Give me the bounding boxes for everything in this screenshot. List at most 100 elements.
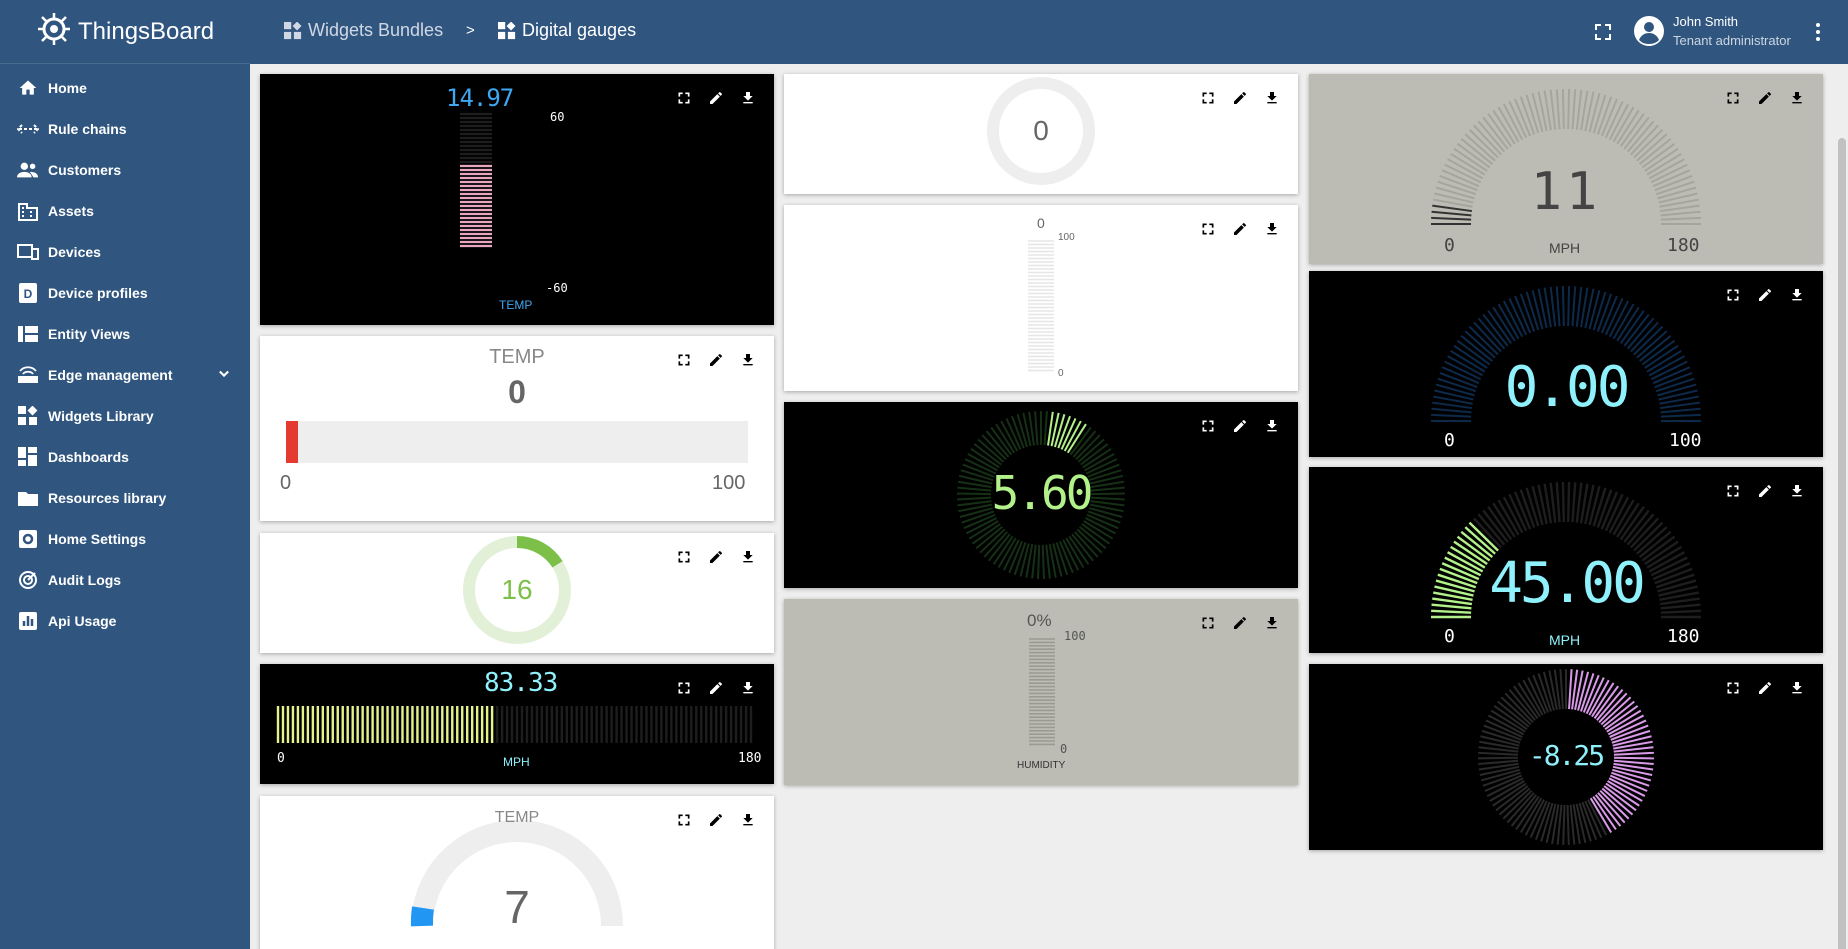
edit-icon[interactable] <box>1755 285 1775 305</box>
arc-tick <box>1633 128 1664 159</box>
download-icon[interactable] <box>738 678 758 698</box>
widget-donut-gauge-green[interactable]: 16 <box>260 533 774 653</box>
fullscreen-icon[interactable] <box>1198 416 1218 436</box>
sidebar-item-label: Home <box>48 79 87 96</box>
widget-arc-lcd-green-mph[interactable]: 45.00 0 MPH 180 <box>1309 467 1823 653</box>
edit-icon[interactable] <box>1755 481 1775 501</box>
fullscreen-icon[interactable] <box>674 88 694 108</box>
fullscreen-icon[interactable] <box>1198 219 1218 239</box>
widget-vertical-bar-temp[interactable]: 14.97 60 -60 TEMP <box>260 74 774 325</box>
fullscreen-icon[interactable] <box>674 350 694 370</box>
sidebar-item-audit-logs[interactable]: Audit Logs <box>0 559 250 600</box>
edit-icon[interactable] <box>706 678 726 698</box>
fullscreen-icon[interactable] <box>1198 613 1218 633</box>
arc-tick <box>1571 286 1577 327</box>
sidebar: ThingsBoard Home Rule chains Customers A… <box>0 0 250 949</box>
edit-icon[interactable] <box>706 810 726 830</box>
arc-tick <box>1477 120 1506 153</box>
sidebar-item-devices[interactable]: Devices <box>0 231 250 272</box>
arc-tick <box>1477 317 1506 350</box>
fullscreen-icon[interactable] <box>1723 678 1743 698</box>
devices-icon <box>16 240 40 264</box>
arc-tick <box>1460 138 1493 165</box>
download-icon[interactable] <box>1262 416 1282 436</box>
arc-tick <box>1477 513 1506 546</box>
arc-tick <box>1575 89 1583 130</box>
fullscreen-icon[interactable] <box>674 547 694 567</box>
sidebar-item-assets[interactable]: Assets <box>0 190 250 231</box>
arc-tick <box>1630 124 1659 156</box>
sidebar-item-home-settings[interactable]: Home Settings <box>0 518 250 559</box>
sidebar-item-label: Entity Views <box>48 325 131 342</box>
download-icon[interactable] <box>1787 481 1807 501</box>
more-vert-icon[interactable] <box>1806 20 1830 49</box>
sidebar-item-label: Widgets Library <box>48 407 154 424</box>
widget-arc-gauge-temp[interactable]: TEMP 7 <box>260 796 774 949</box>
sidebar-item-resources-library[interactable]: Resources library <box>0 477 250 518</box>
sidebar-item-label: Device profiles <box>48 284 148 301</box>
edit-icon[interactable] <box>1230 416 1250 436</box>
scrollbar[interactable] <box>1838 138 1846 949</box>
arc-tick <box>1568 669 1573 710</box>
sidebar-item-entity-views[interactable]: Entity Views <box>0 313 250 354</box>
arc-tick <box>1482 313 1509 347</box>
arc-tick <box>1623 116 1650 150</box>
widget-vertical-bar-humidity[interactable]: 0% 100 0 HUMIDITY <box>784 599 1298 785</box>
fullscreen-icon[interactable] <box>1591 20 1615 49</box>
sidebar-item-api-usage[interactable]: Api Usage <box>0 600 250 641</box>
logo[interactable]: ThingsBoard <box>0 0 250 64</box>
widget-value: 45.00 <box>1489 551 1646 616</box>
download-icon[interactable] <box>738 810 758 830</box>
sidebar-item-device-profiles[interactable]: D Device profiles <box>0 272 250 313</box>
widget-arc-lcd-blue[interactable]: 0.00 0 100 <box>1309 271 1823 457</box>
sidebar-item-rule-chains[interactable]: Rule chains <box>0 108 250 149</box>
edit-icon[interactable] <box>1755 88 1775 108</box>
edit-icon[interactable] <box>706 547 726 567</box>
widget-donut-gauge-grey[interactable]: 0 <box>784 74 1298 194</box>
download-icon[interactable] <box>738 350 758 370</box>
sidebar-item-dashboards[interactable]: Dashboards <box>0 436 250 477</box>
max-label: 180 <box>1667 235 1700 256</box>
fullscreen-icon[interactable] <box>674 678 694 698</box>
sidebar-item-home[interactable]: Home <box>0 67 250 108</box>
fullscreen-icon[interactable] <box>1198 88 1218 108</box>
device-profile-icon: D <box>16 281 40 305</box>
download-icon[interactable] <box>1262 219 1282 239</box>
edit-icon[interactable] <box>1230 613 1250 633</box>
download-icon[interactable] <box>1262 88 1282 108</box>
download-icon[interactable] <box>1787 285 1807 305</box>
widget-radial-lcd-green[interactable]: 5.60 <box>784 402 1298 588</box>
edit-icon[interactable] <box>1230 219 1250 239</box>
min-label: -60 <box>546 281 568 295</box>
sidebar-item-edge-management[interactable]: Edge management <box>0 354 250 395</box>
chevron-down-icon[interactable] <box>214 364 234 387</box>
download-icon[interactable] <box>738 88 758 108</box>
edit-icon[interactable] <box>706 88 726 108</box>
thingsboard-logo-icon <box>36 11 72 52</box>
widget-arc-lcd-grey-mph[interactable]: 11 0 MPH 180 <box>1309 74 1823 264</box>
fullscreen-icon[interactable] <box>674 810 694 830</box>
sidebar-item-customers[interactable]: Customers <box>0 149 250 190</box>
sidebar-item-widgets-library[interactable]: Widgets Library <box>0 395 250 436</box>
edit-icon[interactable] <box>706 350 726 370</box>
download-icon[interactable] <box>1262 613 1282 633</box>
widget-radial-lcd-purple[interactable]: -8.25 <box>1309 664 1823 850</box>
account-circle-icon[interactable] <box>1633 15 1665 52</box>
edit-icon[interactable] <box>1230 88 1250 108</box>
widget-value: 83.33 <box>484 668 558 698</box>
download-icon[interactable] <box>738 547 758 567</box>
sidebar-item-label: Devices <box>48 243 101 260</box>
fullscreen-icon[interactable] <box>1723 285 1743 305</box>
download-icon[interactable] <box>1787 88 1807 108</box>
folder-icon <box>16 486 40 510</box>
fullscreen-icon[interactable] <box>1723 88 1743 108</box>
download-icon[interactable] <box>1787 678 1807 698</box>
breadcrumb-widgets-bundles[interactable]: Widgets Bundles <box>284 20 443 41</box>
widget-actions <box>1198 613 1282 633</box>
widget-horizontal-lcd-bar-mph[interactable]: 83.33 0 MPH 180 <box>260 664 774 784</box>
breadcrumb-digital-gauges: Digital gauges <box>498 20 636 41</box>
edit-icon[interactable] <box>1755 678 1775 698</box>
fullscreen-icon[interactable] <box>1723 481 1743 501</box>
widget-horizontal-bar-temp[interactable]: TEMP 0 0 100 <box>260 336 774 521</box>
widget-vertical-bar-white[interactable]: 0 100 0 <box>784 205 1298 391</box>
